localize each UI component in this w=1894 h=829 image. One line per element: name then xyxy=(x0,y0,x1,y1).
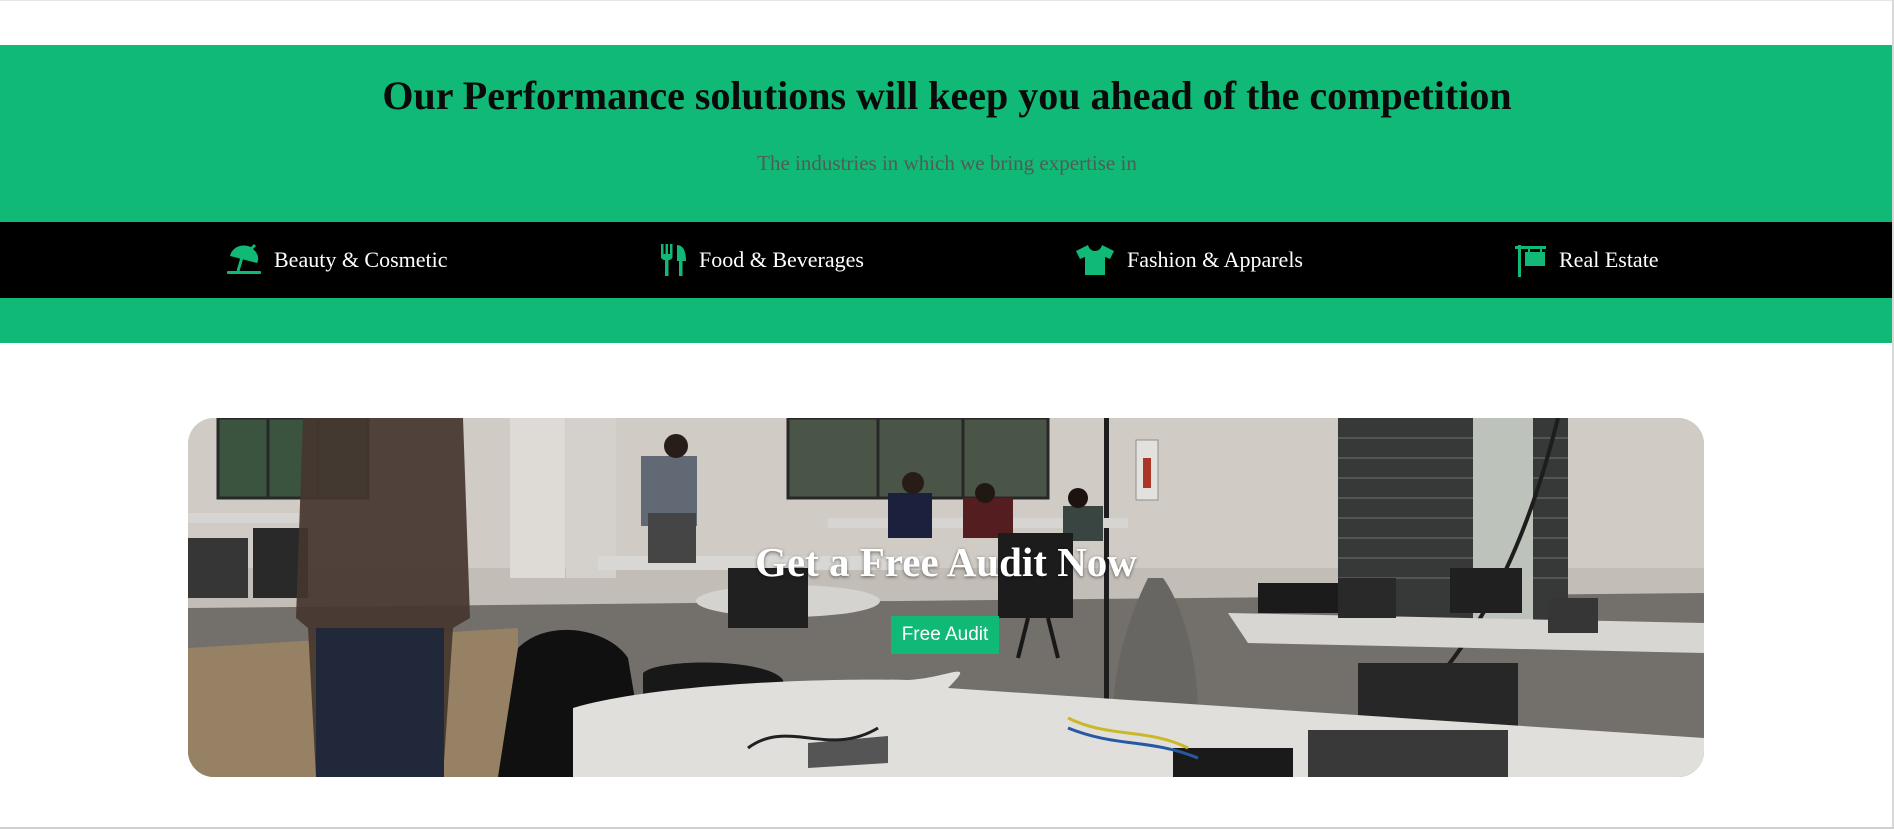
section-subtitle: The industries in which we bring experti… xyxy=(757,151,1137,175)
industry-item-food-beverages[interactable]: Food & Beverages xyxy=(659,222,864,298)
industry-label: Food & Beverages xyxy=(699,247,864,272)
umbrella-beach-icon xyxy=(226,244,262,276)
utensils-icon xyxy=(659,243,687,277)
industry-list: Beauty & Cosmetic Food & Beverages Fashi… xyxy=(0,222,1894,298)
top-border xyxy=(0,0,1894,1)
industry-item-beauty-cosmetic[interactable]: Beauty & Cosmetic xyxy=(226,222,448,298)
industry-item-real-estate[interactable]: Real Estate xyxy=(1515,222,1659,298)
tshirt-icon xyxy=(1075,244,1115,276)
office-photo xyxy=(188,418,1704,777)
industry-item-fashion-apparels[interactable]: Fashion & Apparels xyxy=(1075,222,1303,298)
section-title: Our Performance solutions will keep you … xyxy=(382,73,1512,118)
cta-title: Get a Free Audit Now xyxy=(755,539,1137,585)
industry-label: Real Estate xyxy=(1559,247,1659,272)
industry-label: Beauty & Cosmetic xyxy=(274,247,448,272)
sign-icon xyxy=(1515,243,1547,277)
industry-label: Fashion & Apparels xyxy=(1127,247,1303,272)
free-audit-banner: Get a Free Audit Now Free Audit xyxy=(188,418,1704,777)
free-audit-button[interactable]: Free Audit xyxy=(891,616,999,654)
